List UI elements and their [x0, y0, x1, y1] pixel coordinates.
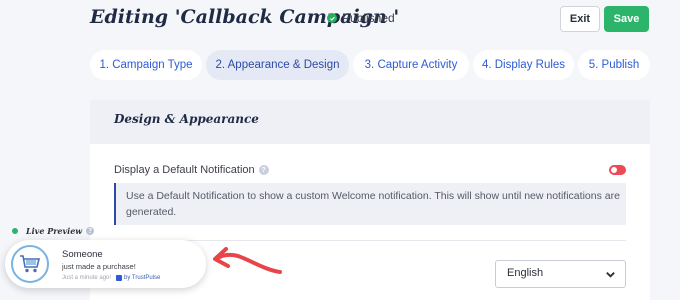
help-icon[interactable]: ?: [258, 165, 269, 175]
setting-label: Display a Default Notification: [114, 164, 255, 176]
notification-name: Someone: [62, 249, 103, 260]
status-label: Published: [342, 11, 395, 25]
tab-publish[interactable]: 5. Publish: [578, 50, 650, 80]
panel-header: Design & Appearance: [90, 100, 650, 144]
arrow-icon: [213, 247, 282, 274]
help-icon[interactable]: ?: [86, 227, 95, 235]
check-circle-icon: [327, 13, 337, 23]
language-select[interactable]: English: [495, 260, 626, 288]
toggle-knob: [611, 167, 617, 173]
exit-button[interactable]: Exit: [560, 6, 600, 32]
language-value: English: [507, 267, 544, 279]
notification-meta: Just a minute ago! by TrustPulse: [62, 275, 160, 281]
tab-capture-activity[interactable]: 3. Capture Activity: [353, 50, 469, 80]
info-note: Use a Default Notification to show a cus…: [114, 183, 626, 225]
live-preview-label: Live Preview ?: [12, 226, 95, 236]
save-button[interactable]: Save: [604, 6, 649, 32]
panel-title: Design & Appearance: [114, 112, 259, 126]
verified-check-icon: [116, 275, 123, 281]
notification-preview: Someone just made a purchase! Just a min…: [5, 240, 206, 288]
default-notification-toggle[interactable]: [609, 165, 626, 175]
notification-by: by TrustPulse: [124, 275, 161, 281]
live-preview-text: Live Preview: [26, 226, 83, 236]
tab-appearance-design[interactable]: 2. Appearance & Design: [206, 50, 349, 80]
tab-display-rules[interactable]: 4. Display Rules: [473, 50, 574, 80]
tab-campaign-type[interactable]: 1. Campaign Type: [90, 50, 202, 80]
chevron-down-icon: [606, 272, 615, 278]
status-badge: Published: [327, 11, 395, 25]
shopping-cart-icon: [11, 245, 49, 283]
notification-time: Just a minute ago!: [62, 275, 112, 281]
live-indicator-icon: [12, 228, 18, 234]
default-notification-setting: Display a Default Notification ?: [114, 164, 269, 176]
notification-action: just made a purchase!: [62, 262, 136, 271]
